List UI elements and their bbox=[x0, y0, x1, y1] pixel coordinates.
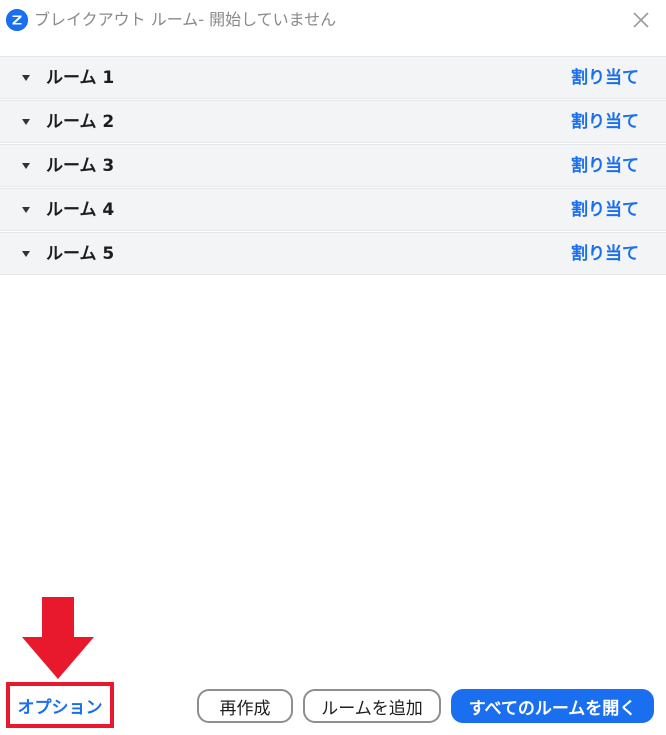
room-name: ルーム 2 bbox=[46, 112, 115, 132]
options-button[interactable]: オプション bbox=[10, 686, 110, 724]
room-name: ルーム 1 bbox=[46, 68, 115, 88]
room-name: ルーム 3 bbox=[46, 156, 115, 176]
zoom-logo-icon bbox=[6, 9, 28, 31]
assign-link[interactable]: 割り当て bbox=[571, 111, 639, 133]
assign-link[interactable]: 割り当て bbox=[571, 67, 639, 89]
breakout-rooms-window: ブレイクアウト ルーム- 開始していません ルーム 1 割り当て ルーム 2 割… bbox=[0, 0, 666, 735]
room-row-4[interactable]: ルーム 4 割り当て bbox=[0, 188, 666, 231]
room-name: ルーム 4 bbox=[46, 200, 115, 220]
options-highlight-box: オプション bbox=[6, 682, 114, 728]
assign-link[interactable]: 割り当て bbox=[571, 199, 639, 221]
add-room-button[interactable]: ルームを追加 bbox=[303, 689, 441, 723]
room-row-2[interactable]: ルーム 2 割り当て bbox=[0, 100, 666, 143]
room-row-5[interactable]: ルーム 5 割り当て bbox=[0, 232, 666, 275]
caret-down-icon[interactable] bbox=[20, 161, 32, 171]
recreate-button[interactable]: 再作成 bbox=[197, 689, 293, 723]
close-icon[interactable] bbox=[630, 9, 652, 31]
caret-down-icon[interactable] bbox=[20, 117, 32, 127]
window-title: ブレイクアウト ルーム- 開始していません bbox=[34, 10, 337, 29]
caret-down-icon[interactable] bbox=[20, 205, 32, 215]
room-row-1[interactable]: ルーム 1 割り当て bbox=[0, 56, 666, 99]
title-bar: ブレイクアウト ルーム- 開始していません bbox=[0, 0, 666, 40]
assign-link[interactable]: 割り当て bbox=[571, 243, 639, 265]
caret-down-icon[interactable] bbox=[20, 73, 32, 83]
room-name: ルーム 5 bbox=[46, 244, 115, 264]
caret-down-icon[interactable] bbox=[20, 249, 32, 259]
assign-link[interactable]: 割り当て bbox=[571, 155, 639, 177]
open-all-rooms-button[interactable]: すべてのルームを開く bbox=[451, 689, 654, 723]
room-row-3[interactable]: ルーム 3 割り当て bbox=[0, 144, 666, 187]
room-list: ルーム 1 割り当て ルーム 2 割り当て ルーム 3 割り当て ルーム 4 割… bbox=[0, 56, 666, 276]
red-down-arrow bbox=[22, 597, 94, 679]
